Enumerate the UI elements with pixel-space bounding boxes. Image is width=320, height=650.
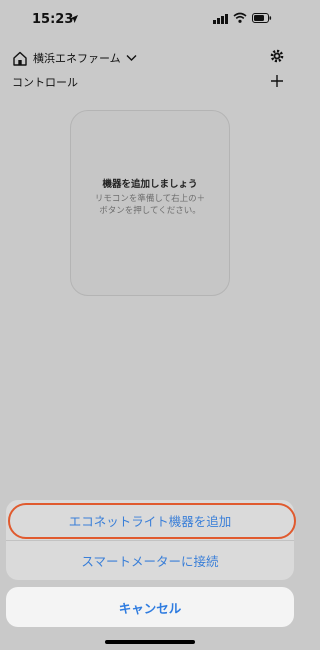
cancel-button[interactable]: キャンセル [6, 587, 294, 627]
home-name: 横浜エネファーム [33, 52, 121, 65]
status-time: 15:23 [32, 12, 74, 27]
connect-smart-meter-button[interactable]: スマートメーターに接続 [6, 540, 294, 580]
home-selector[interactable]: 横浜エネファーム [12, 48, 137, 68]
wifi-icon [233, 12, 247, 23]
empty-state-title: 機器を追加しましょう [102, 179, 198, 190]
empty-state-description: リモコンを準備して右上の＋ボタンを押してください。 [94, 194, 206, 216]
status-bar: 15:23 [0, 0, 300, 40]
section-title-control: コントロール [12, 76, 78, 89]
chevron-down-icon [126, 55, 137, 61]
gear-icon[interactable] [269, 48, 285, 64]
highlight-annotation [8, 503, 296, 539]
home-indicator[interactable] [105, 640, 195, 644]
location-arrow-icon [70, 15, 78, 23]
add-device-plus-icon[interactable] [270, 74, 284, 88]
cellular-signal-icon [213, 14, 228, 24]
house-icon [13, 51, 27, 66]
battery-icon [252, 13, 272, 23]
